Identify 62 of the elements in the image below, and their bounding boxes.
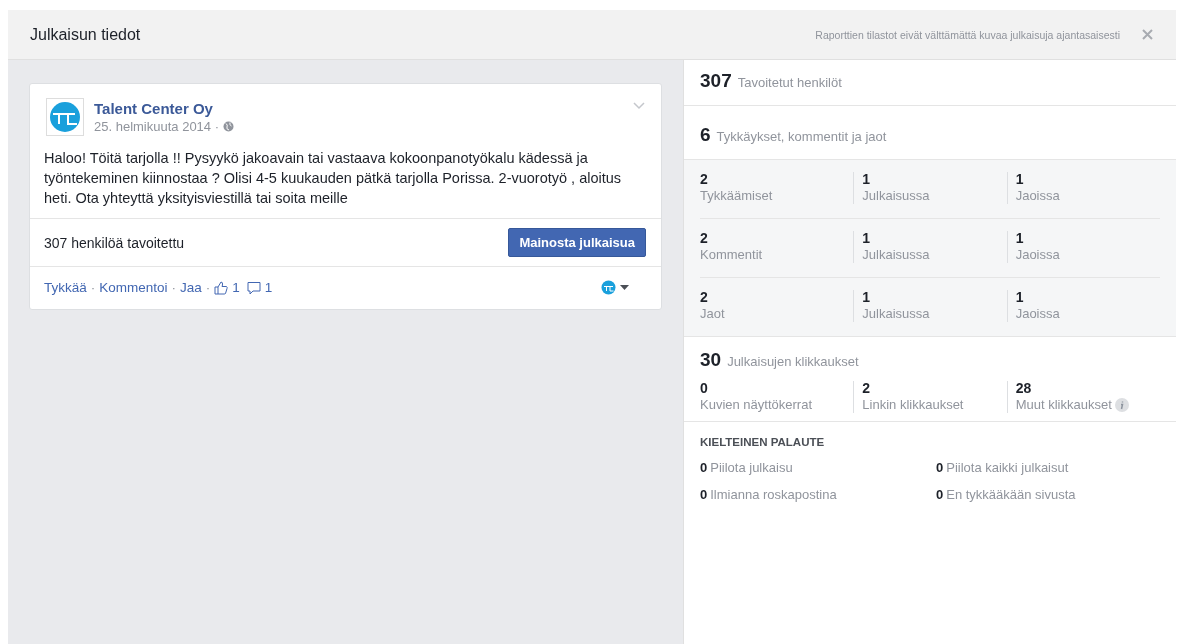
comment-count: 1 (264, 280, 273, 295)
stat-label: Julkaisujen klikkaukset (727, 354, 859, 369)
dialog-title: Julkaisun tiedot (30, 25, 141, 44)
stat-label: Tykkäykset, kommentit ja jaot (716, 129, 887, 144)
stat-value: 307 (700, 70, 732, 92)
stat-label: Julkaisussa (862, 246, 931, 263)
action-link[interactable]: Tykkää (44, 280, 87, 295)
stat-value: 1 (862, 231, 872, 246)
stat-label: Julkaisussa (862, 187, 931, 204)
stat-value: 1 (862, 290, 872, 305)
info-icon[interactable] (1114, 397, 1129, 412)
globe-icon (223, 121, 235, 132)
separator-dot: · (205, 280, 211, 295)
stat-label: Linkin klikkaukset (862, 396, 964, 413)
separator-dot: · (90, 280, 96, 295)
logo-icon (46, 98, 84, 136)
stat-value: 28 (1015, 381, 1033, 396)
thumbs-up-icon (214, 280, 229, 295)
stat-value: 2 (700, 172, 709, 187)
stat-label: Tavoitetut henkilöt (737, 75, 842, 90)
promote-button[interactable]: Mainosta julkaisua (508, 228, 646, 257)
stat-label: Kommentit (700, 246, 764, 263)
stat-label: Piilota julkaisu (710, 460, 793, 475)
stat-label: En tykkääkään sivusta (946, 487, 1076, 502)
stat-value: 0 (700, 487, 708, 502)
comment-icon (246, 280, 261, 295)
stat-label: Piilota kaikki julkaisut (946, 460, 1069, 475)
post-date: 25. helmikuuta 2014 · (94, 119, 220, 134)
stat-label: Kuvien näyttökerrat (700, 396, 812, 413)
post-text: Haloo! Töitä tarjolla !! Pysyykö jakoavain tai vastaava kokoonpanotyökalu kädessä ja työntekeminen kiinnostaa ? Olisi 4-5 kuukauden pätkä tarjolla Porissa. 2-vuorotyö , aloitus heti. Ota yhteyttä yksityisviestillä tai soita meille (44, 149, 623, 208)
stat-label: Ilmianna roskapostina (710, 487, 837, 502)
stat-label: Jaot (700, 305, 726, 322)
page-name-link[interactable]: Talent Center Oy (94, 100, 235, 117)
stat-value: 0 (700, 460, 708, 475)
stat-value: 1 (1015, 290, 1025, 305)
stat-value: 0 (936, 460, 944, 475)
stat-value: 2 (700, 290, 709, 305)
separator-dot: · (171, 280, 177, 295)
close-icon[interactable] (1142, 29, 1153, 40)
stat-label: Muut klikkaukset (1015, 396, 1112, 413)
stat-value: 1 (1015, 172, 1025, 187)
stat-label: Tykkäämiset (700, 187, 774, 204)
stat-value: 1 (1015, 231, 1025, 246)
stat-label: Julkaisussa (862, 305, 931, 322)
stat-value: 0 (936, 487, 944, 502)
stat-value: 2 (700, 231, 709, 246)
reach-text: 307 henkilöä tavoitettu (44, 234, 185, 251)
stat-label: Jaoissa (1015, 246, 1061, 263)
action-link[interactable]: Jaa (180, 280, 202, 295)
stat-label: Jaoissa (1015, 187, 1061, 204)
stat-value: 6 (700, 124, 711, 146)
section-heading: KIELTEINEN PALAUTE (700, 436, 826, 448)
chevron-down-icon[interactable] (633, 102, 645, 110)
like-count: 1 (232, 280, 240, 295)
stat-value: 0 (700, 381, 709, 396)
action-link[interactable]: Kommentoi (99, 280, 168, 295)
stat-value: 30 (700, 349, 722, 371)
notice-text: Raporttien tilastot eivät välttämättä kuvaa julkaisuja ajantasaisesti (815, 28, 1120, 41)
stat-label: Jaoissa (1015, 305, 1061, 322)
stat-value: 2 (862, 381, 872, 396)
caret-icon[interactable] (620, 285, 629, 290)
stat-value: 1 (862, 172, 872, 187)
